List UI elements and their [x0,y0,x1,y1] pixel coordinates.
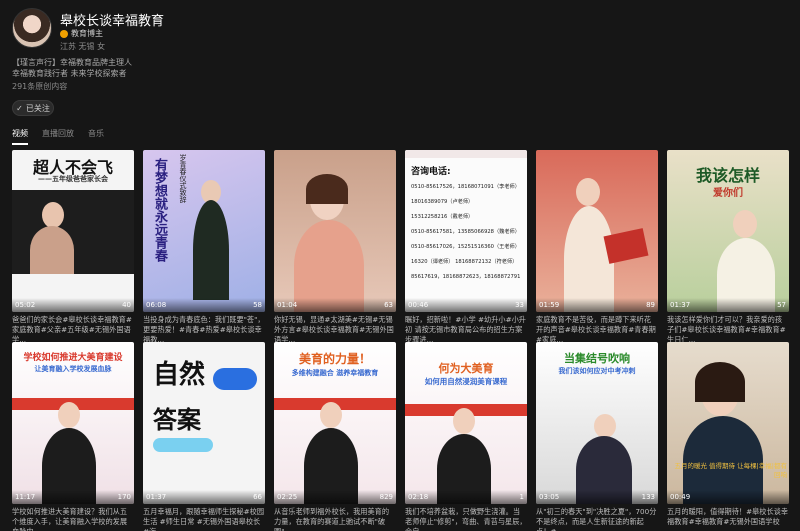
like-count: 829 [379,493,393,501]
duration: 02:18 [408,493,429,501]
intro-line-2: 幸福教育践行者 未来学校探索者 [12,69,127,78]
like-count: 63 [384,301,393,309]
like-count: 33 [515,301,524,309]
intro-line-1: 【瑾言声行】幸福教育品牌主理人 [12,58,132,67]
tab-live-replay[interactable]: 直播回放 [42,128,74,145]
like-count: 58 [253,301,262,309]
video-thumbnail[interactable]: 我该怎样 爱你们 01:37 57 [667,150,789,312]
phone-line: 0510-85617026，15251516360（王老师） [411,244,520,250]
duration: 01:37 [670,301,691,309]
follow-button[interactable]: ✓ 已关注 [12,100,54,116]
video-caption[interactable]: 学校如何推进大美育建设？我们从五个维度入手，让美育融入学校的发展血脉中... [12,507,134,531]
verified-icon [60,29,68,38]
video-caption[interactable]: 家庭教育不是苦役，而是蹲下来听花开的声音#皋校长谈幸福教育#青春期 #家庭... [536,315,658,345]
video-caption[interactable]: 五月的暖阳，值得期待！#皋校长谈幸福教育#幸福教育#无锡外国语学校 [667,507,789,527]
thumb-subtitle: 爱你们 [713,188,743,199]
phone-line: 18016389079（卢老师） [411,199,474,205]
tab-videos[interactable]: 视频 [12,128,28,145]
thumb-title: 自然 [153,360,206,390]
thumb-title: 当集结号吹响 [564,352,630,365]
like-count: 89 [646,301,655,309]
like-count: 40 [122,301,131,309]
video-caption[interactable]: 爸爸们的家长会#皋校长谈幸福教育#家庭教育#父亲#五年级#无锡外国语学... [12,315,134,345]
video-caption[interactable]: 五月幸福月，跟随幸福师生探秘#校园生活 #师生日常 #无锡外国语皋校长 #海..… [143,507,265,531]
thumb-subtitle: ——五年级爸爸家长会 [38,175,108,183]
duration: 01:59 [539,301,560,309]
badge-label: 教育博主 [71,29,103,38]
video-thumbnail[interactable]: 何为大美育 如何用自然浸润美育课程 02:18 1 [405,342,527,504]
check-icon: ✓ [16,103,23,113]
duration: 00:49 [670,493,691,501]
phone-line: 0510-85617581，13585066928（魏老师） [411,229,520,235]
profile-intro: 【瑾言声行】幸福教育品牌主理人 幸福教育践行者 未来学校探索者 [12,57,212,79]
duration: 06:08 [146,301,167,309]
phone-line: 85617619，18168872623，18168872791 [411,274,521,280]
duration: 11:17 [15,493,36,501]
like-count: 66 [253,493,262,501]
like-count: 1 [519,493,524,501]
thumb-title: 学校如何推进大美育建设 [23,353,123,363]
duration: 05:02 [15,301,36,309]
content-count: 291条原创内容 [12,82,68,91]
video-thumbnail[interactable]: 01:59 89 [536,150,658,312]
thumb-title: 我该怎样 [695,166,760,185]
video-caption[interactable]: 我该怎样爱你们才可以？我亲爱的孩子们#皋校长谈幸福教育#幸福教育#生日仁... [667,315,789,345]
like-count: 57 [777,301,786,309]
like-count: 170 [117,493,131,501]
video-thumbnail[interactable]: 美育的力量！ 多维构建融合 滋养幸福教育 02:25 829 [274,342,396,504]
video-thumbnail[interactable]: 咨询电话: 0510-85617526，18168071091（李老师） 180… [405,150,527,312]
thumb-title: 美育的力量！ [298,352,371,366]
thumb-title: 何为大美育 [438,362,494,375]
duration: 03:05 [539,493,560,501]
phone-line: 16320（谭老师） 18168872132（符老师） [411,259,518,265]
verified-badge: 教育博主 [60,28,103,39]
thumb-subtitle: 五月的暖光 值得期待 让每棵|幸福|都有回响 [674,462,787,479]
thumb-subtitle: 让美育融入学校发展血脉 [34,365,112,373]
follow-label: 已关注 [25,103,50,113]
thumb-title: 咨询电话: [411,167,451,177]
video-thumbnail[interactable]: 超人不会飞 ——五年级爸爸家长会 05:02 40 [12,150,134,312]
video-caption[interactable]: 你好无锡，显通#太湖美#无锡#无锡外方言#皋校长谈幸福教育#无锡外国语学... [274,315,396,345]
thumb-subtitle: 多维构建融合 滋养幸福教育 [291,369,379,377]
tab-music[interactable]: 音乐 [88,128,104,145]
avatar[interactable] [12,8,52,48]
location-text: 江苏 无锡 女 [60,42,106,51]
thumb-subtitle: 我们该如何应对中考冲刺 [558,367,636,375]
video-caption[interactable]: 我们不培养盆栽，只做野生浇灌。当老师停止"修剪"，弯曲、青苔与星辰，会自... [405,507,527,531]
duration: 02:25 [277,493,298,501]
video-thumbnail[interactable]: 学校如何推进大美育建设 让美育融入学校发展血脉 11:17 170 [12,342,134,504]
tab-bar: 视频 直播回放 音乐 [12,128,104,145]
video-caption[interactable]: 从"初三的春天"到"决胜之夏"，700分不是终点，而是人生新征途的新起点！#..… [536,507,658,531]
thumb-subtitle: 岁青春仪式致辞 [179,154,187,203]
thumb-subtitle: 如何用自然浸润美育课程 [424,377,508,386]
duration: 01:37 [146,493,167,501]
video-caption[interactable]: 当投身成为青春底色：我们既要"苍"，更要热爱！#青春#热爱#皋校长谈幸福教... [143,315,265,345]
profile-name: 皋校长谈幸福教育 [60,14,165,29]
video-thumbnail[interactable]: 自然 答案 01:37 66 [143,342,265,504]
like-count: 133 [641,493,655,501]
duration: 01:04 [277,301,298,309]
thumb-title: 有梦想就永远青春 [152,158,167,262]
thumb-subtitle: 答案 [153,406,201,434]
video-caption[interactable]: 瞩好，招新啦！#小学 #幼升小#小升初 请按无锡市教育局公布的招生方案步骤进..… [405,315,527,345]
video-thumbnail[interactable]: 有梦想就永远青春 岁青春仪式致辞 06:08 58 [143,150,265,312]
video-thumbnail[interactable]: 01:04 63 [274,150,396,312]
duration: 00:46 [408,301,429,309]
video-caption[interactable]: 从音乐老师到福外校长，我用美育的力量，在教育的赛道上驰试不断"破圈"... [274,507,396,531]
video-thumbnail[interactable]: 五月的暖光 值得期待 让每棵|幸福|都有回响 00:49 [667,342,789,504]
phone-line: 0510-85617526，18168071091（李老师） [411,184,520,190]
phone-line: 15312258216（戴老师） [411,214,474,220]
video-thumbnail[interactable]: 当集结号吹响 我们该如何应对中考冲刺 03:05 133 [536,342,658,504]
